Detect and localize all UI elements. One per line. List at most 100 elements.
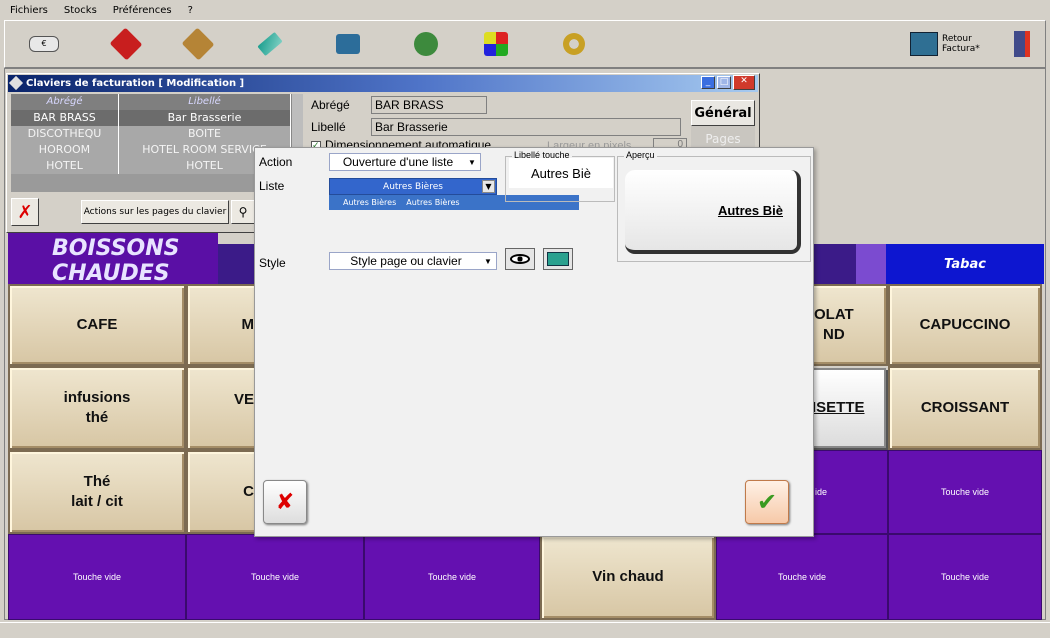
cancel-button[interactable]: ✘ — [263, 480, 307, 524]
grid-button[interactable] — [475, 26, 517, 62]
chevron-down-icon: ▼ — [484, 256, 492, 266]
abrege-label: Abrégé — [311, 98, 350, 112]
stock-red-button[interactable] — [105, 26, 147, 62]
exit-door-icon — [1014, 31, 1030, 57]
menu-preferences[interactable]: Préférences — [113, 5, 172, 16]
tab-tabac[interactable]: Tabac — [886, 244, 1044, 284]
column-header-abrege[interactable]: Abrégé — [11, 94, 119, 110]
key-the-lait-citron[interactable]: Thé lait / cit — [8, 450, 186, 534]
palette-icon — [547, 252, 569, 266]
list-item[interactable]: HOTEL HOTEL — [11, 158, 291, 174]
style-select-value: Style page ou clavier — [350, 254, 462, 268]
abrege-field[interactable]: BAR BRASS — [371, 96, 487, 114]
key-empty[interactable]: Touche vide — [186, 534, 364, 620]
style-editor-button[interactable] — [543, 248, 573, 270]
gears-button[interactable] — [553, 26, 595, 62]
menu-fichiers[interactable]: Fichiers — [10, 5, 48, 16]
key-partial-ve[interactable]: VE — [186, 366, 262, 450]
key-empty[interactable]: Touche vide — [364, 534, 540, 620]
box-brown-icon — [181, 27, 215, 61]
list-item[interactable]: BAR BRASS Bar Brasserie — [11, 110, 291, 126]
ticket-icon: € — [29, 36, 59, 52]
option-col1: Autres Bières — [343, 198, 397, 207]
libelle-touche-field[interactable]: Autres Biè — [509, 158, 613, 188]
red-x-icon: ✘ — [275, 489, 295, 515]
retour-facturation-button[interactable]: Retour Factura* — [910, 26, 994, 62]
key-empty[interactable]: Touche vide — [888, 450, 1042, 534]
key-config-dialog: Action Ouverture d'une liste ▼ Liste Aut… — [254, 147, 814, 537]
liste-label: Liste — [259, 179, 285, 193]
list-item[interactable]: HOROOM HOTEL ROOM SERVICE — [11, 142, 291, 158]
ticket-button[interactable]: € — [23, 26, 65, 62]
liste-select-value: Autres Bières — [383, 181, 443, 192]
status-bar — [0, 622, 1050, 638]
cash-register-button[interactable] — [327, 26, 369, 62]
libelle-field[interactable]: Bar Brasserie — [371, 118, 681, 136]
key-capuccino[interactable]: CAPUCCINO — [888, 284, 1042, 366]
list-header: Abrégé Libellé — [11, 94, 291, 110]
search-button[interactable]: ⚲ — [231, 200, 255, 224]
column-header-libelle[interactable]: Libellé — [119, 94, 291, 110]
ok-button[interactable]: ✔ — [745, 480, 789, 524]
retour-label: Retour — [942, 34, 972, 44]
style-select[interactable]: Style page ou clavier ▼ — [329, 252, 497, 270]
apercu-key-preview: Autres Biè — [625, 170, 801, 254]
key-partial-m[interactable]: M — [186, 284, 262, 366]
minimize-button[interactable]: _ — [701, 76, 715, 89]
list-cell-abrege: BAR BRASS — [11, 110, 119, 126]
delete-button[interactable]: ✗ — [11, 198, 39, 226]
cash-register-icon — [910, 32, 938, 56]
liste-select[interactable]: Autres Bières ▼ — [329, 178, 497, 195]
key-vin-chaud[interactable]: Vin chaud — [540, 534, 716, 620]
libelle-label: Libellé — [311, 120, 346, 134]
list-item[interactable]: DISCOTHEQU BOITE — [11, 126, 291, 142]
key-empty[interactable]: Touche vide — [888, 534, 1042, 620]
chevron-down-icon: ▼ — [482, 180, 495, 193]
gears-icon — [563, 33, 585, 55]
preview-button[interactable] — [505, 248, 535, 270]
grid-icon — [484, 32, 508, 56]
list-cell-libelle: Bar Brasserie — [119, 110, 291, 126]
option-col2: Autres Bières — [406, 198, 460, 207]
user-icon — [414, 32, 438, 56]
window-title: Claviers de facturation [ Modification ] — [26, 78, 245, 89]
menu-bar: Fichiers Stocks Préférences ? — [0, 0, 1050, 20]
page-actions-button[interactable]: Actions sur les pages du clavier — [81, 200, 229, 224]
menu-stocks[interactable]: Stocks — [64, 5, 97, 16]
exit-button[interactable] — [1005, 26, 1039, 62]
card-icon — [257, 31, 283, 57]
key-cafe[interactable]: CAFE — [8, 284, 186, 366]
key-infusions-the[interactable]: infusions thé — [8, 366, 186, 450]
chevron-down-icon: ▼ — [468, 157, 476, 167]
action-label: Action — [259, 155, 293, 169]
action-select[interactable]: Ouverture d'une liste ▼ — [329, 153, 481, 171]
card-button[interactable] — [249, 26, 291, 62]
menu-help[interactable]: ? — [188, 5, 193, 16]
tab-general[interactable]: Général — [691, 100, 755, 126]
magnifier-icon: ⚲ — [238, 205, 248, 219]
factura-label: Factura* — [942, 44, 980, 54]
red-x-icon: ✗ — [17, 201, 33, 223]
stock-brown-button[interactable] — [177, 26, 219, 62]
maximize-button[interactable]: □ — [717, 76, 731, 89]
list-cell-abrege: DISCOTHEQU — [11, 126, 119, 142]
close-button[interactable]: ✕ — [733, 75, 755, 90]
user-button[interactable] — [405, 26, 447, 62]
tab-other-2[interactable] — [856, 244, 886, 284]
box-red-icon — [109, 27, 143, 61]
action-select-value: Ouverture d'une liste — [342, 155, 454, 169]
checkmark-icon: ✔ — [756, 488, 778, 516]
apercu-title: Aperçu — [624, 150, 657, 160]
style-label: Style — [259, 256, 286, 270]
key-empty[interactable]: Touche vide — [8, 534, 186, 620]
list-cell-abrege: HOTEL — [11, 158, 119, 174]
list-cell-abrege: HOROOM — [11, 142, 119, 158]
eye-icon — [510, 254, 530, 264]
cash-register-icon — [336, 34, 360, 54]
key-partial-c[interactable]: C — [186, 450, 262, 534]
toolbar: € Retour Factura* — [4, 20, 1046, 68]
key-croissant[interactable]: CROISSANT — [888, 366, 1042, 450]
window-title-bar: Claviers de facturation [ Modification ] — [8, 75, 758, 92]
key-empty[interactable]: Touche vide — [716, 534, 888, 620]
tab-boissons-chaudes[interactable]: BOISSONS CHAUDES — [8, 230, 218, 284]
